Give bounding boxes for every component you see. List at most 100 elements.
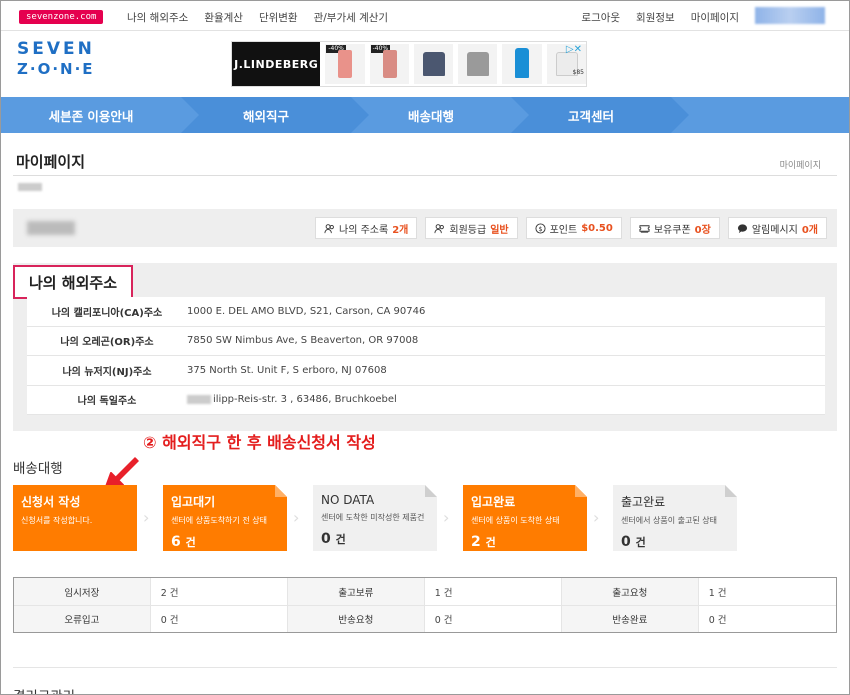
card-count: 0 [321, 531, 331, 547]
pill-member-grade[interactable]: 회원등급 일반 [425, 217, 518, 239]
breadcrumb[interactable]: 마이페이지 [780, 158, 821, 171]
address-label: 나의 뉴저지(NJ)주소 [62, 366, 152, 378]
address-value[interactable]: 375 North St. Unit F, S erboro, NJ 07608 [187, 365, 387, 376]
pill-points[interactable]: $ 포인트 $0.50 [525, 217, 622, 239]
logout-link[interactable]: 로그아웃 [581, 10, 620, 25]
user-summary-pills: 나의 주소록 2개 회원등급 일반 $ 포인트 $0.50 보유쿠폰 0장 알림… [315, 217, 827, 239]
pill-value: 2개 [392, 224, 409, 236]
chevron-right-icon: › [143, 508, 150, 527]
redacted-text [187, 394, 211, 404]
user-summary-bar: 나의 주소록 2개 회원등급 일반 $ 포인트 $0.50 보유쿠폰 0장 알림… [13, 209, 837, 247]
card-desc: 센터에서 상품이 출고된 상태 [621, 516, 717, 525]
svg-text:$: $ [538, 224, 542, 232]
card-count: 2 [471, 534, 481, 550]
card-count-wrap: 0 건 [621, 534, 729, 550]
nav-overseas-shopping-label: 해외직구 [242, 108, 289, 124]
address-value-wrap[interactable]: ilipp-Reis-str. 3 , 63486, Bruchkoebel [187, 394, 397, 405]
user-name-redacted [27, 221, 75, 235]
shirt-image [422, 52, 445, 76]
user-id-redacted [755, 7, 825, 24]
card-desc: 신청서를 작성합니다. [21, 516, 93, 525]
member-info-link[interactable]: 회원정보 [636, 10, 675, 25]
address-value[interactable]: 7850 SW Nimbus Ave, S Beaverton, OR 9700… [187, 335, 418, 346]
card-unit: 건 [635, 536, 646, 549]
address-value[interactable]: 1000 E. DEL AMO BLVD, S21, Carson, CA 90… [187, 306, 425, 317]
card-fold [725, 485, 737, 497]
stats-label: 출고요청 [562, 578, 699, 605]
shorts-image [338, 50, 353, 78]
chevron-right-icon: › [293, 508, 300, 527]
shipping-stats-table: 임시저장 2 건 출고보류 1 건 출고요청 1 건 오류입고 0 건 반송요청… [13, 577, 837, 633]
nav-shipping-agency[interactable]: 배송대행 [351, 97, 529, 133]
pill-label: 나의 주소록 [339, 224, 389, 236]
top-nav-exchange-rate[interactable]: 환율계산 [204, 10, 243, 25]
ad-product-thumb[interactable]: -40% [325, 44, 365, 84]
pill-label: 포인트 [549, 224, 578, 236]
address-row-nj: 나의 뉴저지(NJ)주소 375 North St. Unit F, S erb… [27, 356, 825, 386]
card-title: NO DATA [321, 493, 375, 507]
stats-value[interactable]: 1 건 [699, 578, 836, 605]
tutorial-annotation: ② 해외직구 한 후 배송신청서 작성 [143, 433, 376, 452]
card-no-data[interactable]: NO DATA 센터에 도착한 미작성한 제품건 0 건 [313, 485, 437, 551]
stats-label: 반송요청 [288, 606, 425, 632]
stats-row: 오류입고 0 건 반송요청 0 건 반송완료 0 건 [14, 605, 836, 632]
card-arrival-complete[interactable]: 입고완료 센터에 상품이 도착한 상태 2 건 [463, 485, 587, 551]
nav-filler [671, 97, 849, 133]
card-count-wrap: 2 건 [471, 534, 579, 550]
top-nav-unit-convert[interactable]: 단위변환 [259, 10, 298, 25]
stats-row: 임시저장 2 건 출고보류 1 건 출고요청 1 건 [14, 578, 836, 605]
address-label: 나의 독일주소 [77, 396, 137, 408]
card-title: 입고대기 [171, 495, 216, 509]
site-logo-small[interactable]: sevenzone.com [19, 10, 104, 24]
stats-value[interactable]: 0 건 [425, 606, 562, 632]
nav-customer-center[interactable]: 고객센터 [511, 97, 689, 133]
address-row-ca: 나의 캘리포니아(CA)주소 1000 E. DEL AMO BLVD, S21… [27, 297, 825, 327]
pill-messages[interactable]: 알림메시지 0개 [727, 217, 827, 239]
nav-overseas-shopping[interactable]: 해외직구 [181, 97, 369, 133]
stats-value[interactable]: 1 건 [425, 578, 562, 605]
chevron-right-icon: › [443, 508, 450, 527]
logo-line2: Z·O·N·E [17, 60, 95, 78]
pill-address-book[interactable]: 나의 주소록 2개 [315, 217, 418, 239]
ad-banner[interactable]: J.LINDEBERG -40% -40% $85 ▷✕ [231, 41, 587, 87]
card-shipped[interactable]: 출고완료 센터에서 상품이 출고된 상태 0 건 [613, 485, 737, 551]
ad-product-thumb[interactable] [502, 44, 542, 84]
pill-value: 일반 [490, 224, 509, 236]
address-book-icon [324, 223, 334, 233]
pill-coupons[interactable]: 보유쿠폰 0장 [629, 217, 720, 239]
card-title: 입고완료 [471, 495, 516, 509]
stats-value[interactable]: 2 건 [151, 578, 288, 605]
mypage-link[interactable]: 마이페이지 [691, 10, 739, 25]
card-fold [575, 485, 587, 497]
stats-value[interactable]: 0 건 [151, 606, 288, 632]
overseas-address-section: 나의 해외주소 나의 캘리포니아(CA)주소 1000 E. DEL AMO B… [13, 263, 837, 431]
card-write-application[interactable]: 신청서 작성 신청서를 작성합니다. [13, 485, 137, 551]
nav-guide[interactable]: 세븐존 이용안내 [1, 97, 199, 133]
card-fold [425, 485, 437, 497]
page-title: 마이페이지 [16, 153, 86, 171]
card-count-wrap: 0 건 [321, 531, 429, 547]
top-nav-my-address[interactable]: 나의 해외주소 [127, 10, 188, 25]
card-awaiting-arrival[interactable]: 입고대기 센터에 상품도착하기 전 상태 6 건 [163, 485, 287, 551]
address-label: 나의 캘리포니아(CA)주소 [51, 307, 163, 319]
ad-product-thumb[interactable]: -40% [369, 44, 409, 84]
nav-guide-label: 세븐존 이용안내 [48, 108, 134, 124]
stats-label: 반송완료 [562, 606, 699, 632]
card-count: 0 [621, 534, 631, 550]
stats-label: 임시저장 [14, 578, 151, 605]
stats-value[interactable]: 0 건 [699, 606, 836, 632]
shipping-status-cards: 신청서 작성 신청서를 작성합니다. › 입고대기 센터에 상품도착하기 전 상… [13, 485, 837, 551]
address-label: 나의 오레곤(OR)주소 [60, 337, 154, 349]
card-unit: 건 [185, 536, 196, 549]
card-fold [275, 485, 287, 497]
stats-label: 출고보류 [288, 578, 425, 605]
ad-product-thumb[interactable] [458, 44, 498, 84]
top-nav-tax-calculator[interactable]: 관/부가세 계산기 [314, 10, 389, 25]
ad-product-thumb[interactable] [413, 44, 454, 84]
nav-shipping-agency-label: 배송대행 [407, 108, 454, 124]
card-desc: 센터에 상품이 도착한 상태 [471, 516, 560, 525]
nav-arrow [181, 97, 199, 133]
shipping-section-title: 배송대행 [13, 461, 63, 477]
adchoices-icon[interactable]: ▷✕ [566, 44, 582, 55]
sevenzone-logo[interactable]: SEVEN Z·O·N·E [17, 41, 109, 77]
